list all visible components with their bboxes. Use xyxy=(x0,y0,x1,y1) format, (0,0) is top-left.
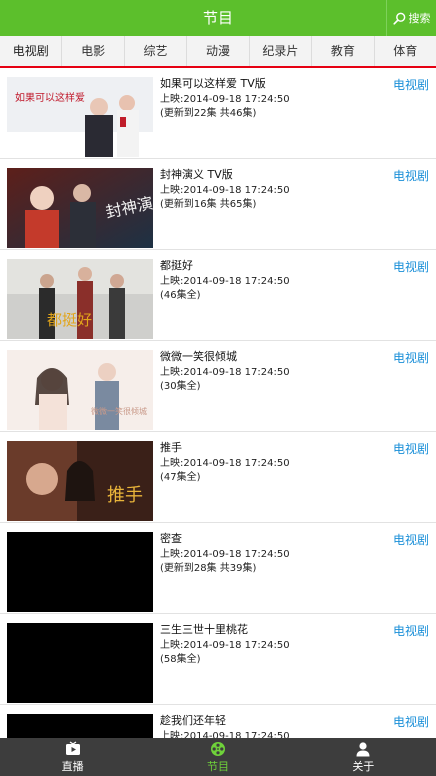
program-date: 上映:2014-09-18 17:24:50 xyxy=(160,367,290,378)
program-category: 电视剧 xyxy=(392,260,429,274)
program-title: 三生三世十里桃花 xyxy=(160,623,248,636)
program-thumbnail: 微微一笑很倾城 xyxy=(7,350,153,430)
program-list: 如果可以这样爱 如果可以这样爱 TV版 上映:2014-09-18 17:24:… xyxy=(0,68,436,738)
program-thumbnail xyxy=(7,714,153,738)
tab-tv-series[interactable]: 电视剧 xyxy=(0,36,63,66)
nav-about[interactable]: 关于 xyxy=(291,738,436,776)
program-title: 密查 xyxy=(160,532,182,545)
program-title: 封神演义 TV版 xyxy=(160,168,233,181)
tab-variety[interactable]: 综艺 xyxy=(125,36,188,66)
program-thumbnail: 推手 xyxy=(7,441,153,521)
program-episodes: (47集全) xyxy=(160,472,201,483)
program-episodes: (30集全) xyxy=(160,381,201,392)
program-category: 电视剧 xyxy=(392,78,429,92)
program-category: 电视剧 xyxy=(392,442,429,456)
program-title: 都挺好 xyxy=(160,259,193,272)
tab-anime[interactable]: 动漫 xyxy=(187,36,250,66)
program-item[interactable]: 三生三世十里桃花 上映:2014-09-18 17:24:50 (58集全) 电… xyxy=(0,614,436,705)
program-thumbnail: 封神演义 xyxy=(7,168,153,248)
film-reel-icon xyxy=(210,741,225,756)
program-episodes: (58集全) xyxy=(160,654,201,665)
program-episodes: (46集全) xyxy=(160,290,201,301)
thumbnail-caption: 如果可以这样爱 xyxy=(15,91,85,104)
thumbnail-caption: 都挺好 xyxy=(47,311,92,329)
program-category: 电视剧 xyxy=(392,169,429,183)
category-tabs: 电视剧 电影 综艺 动漫 纪录片 教育 体育 xyxy=(0,36,436,68)
program-title: 微微一笑很倾城 xyxy=(160,350,237,363)
program-item[interactable]: 都挺好 都挺好 上映:2014-09-18 17:24:50 (46集全) 电视… xyxy=(0,250,436,341)
user-icon xyxy=(356,741,370,756)
search-button[interactable]: 搜索 xyxy=(386,0,436,36)
program-category: 电视剧 xyxy=(392,624,429,638)
program-item[interactable]: 如果可以这样爱 如果可以这样爱 TV版 上映:2014-09-18 17:24:… xyxy=(0,68,436,159)
program-date: 上映:2014-09-18 17:24:50 xyxy=(160,94,290,105)
page-title: 节目 xyxy=(202,9,233,27)
program-item[interactable]: 微微一笑很倾城 微微一笑很倾城 上映:2014-09-18 17:24:50 (… xyxy=(0,341,436,432)
top-bar: 节目 搜索 xyxy=(0,0,436,36)
thumbnail-caption: 微微一笑很倾城 xyxy=(91,406,147,416)
tv-play-icon xyxy=(65,740,80,755)
bottom-nav: 直播 节目 关于 xyxy=(0,738,436,776)
tab-documentary[interactable]: 纪录片 xyxy=(250,36,313,66)
program-thumbnail: 如果可以这样爱 xyxy=(7,77,153,157)
thumbnail-caption: 推手 xyxy=(107,485,143,506)
nav-label: 直播 xyxy=(61,759,84,773)
program-title: 推手 xyxy=(160,441,182,454)
program-episodes: (更新到16集 共65集) xyxy=(160,199,257,210)
program-item[interactable]: 推手 推手 上映:2014-09-18 17:24:50 (47集全) 电视剧 xyxy=(0,432,436,523)
program-date: 上映:2014-09-18 17:24:50 xyxy=(160,640,290,651)
program-date: 上映:2014-09-18 17:24:50 xyxy=(160,731,290,738)
program-item[interactable]: 封神演义 封神演义 TV版 上映:2014-09-18 17:24:50 (更新… xyxy=(0,159,436,250)
program-episodes: (更新到22集 共46集) xyxy=(160,108,257,119)
program-title: 如果可以这样爱 TV版 xyxy=(160,77,266,90)
program-thumbnail xyxy=(7,532,153,612)
search-label: 搜索 xyxy=(408,12,431,25)
program-date: 上映:2014-09-18 17:24:50 xyxy=(160,276,290,287)
tab-sports[interactable]: 体育 xyxy=(375,36,436,66)
program-episodes: (更新到28集 共39集) xyxy=(160,563,257,574)
program-category: 电视剧 xyxy=(392,533,429,547)
program-category: 电视剧 xyxy=(392,351,429,365)
program-date: 上映:2014-09-18 17:24:50 xyxy=(160,549,290,560)
program-thumbnail: 都挺好 xyxy=(7,259,153,339)
tab-movies[interactable]: 电影 xyxy=(62,36,125,66)
program-date: 上映:2014-09-18 17:24:50 xyxy=(160,458,290,469)
nav-programs[interactable]: 节目 xyxy=(145,738,290,776)
program-item[interactable]: 趁我们还年轻 上映:2014-09-18 17:24:50 电视剧 xyxy=(0,705,436,738)
search-icon xyxy=(392,12,405,25)
program-item[interactable]: 密查 上映:2014-09-18 17:24:50 (更新到28集 共39集) … xyxy=(0,523,436,614)
program-thumbnail xyxy=(7,623,153,703)
nav-label: 节目 xyxy=(206,759,229,773)
tab-education[interactable]: 教育 xyxy=(312,36,375,66)
nav-label: 关于 xyxy=(352,759,375,773)
nav-live[interactable]: 直播 xyxy=(0,738,145,776)
program-date: 上映:2014-09-18 17:24:50 xyxy=(160,185,290,196)
program-category: 电视剧 xyxy=(392,715,429,729)
program-title: 趁我们还年轻 xyxy=(160,714,226,727)
